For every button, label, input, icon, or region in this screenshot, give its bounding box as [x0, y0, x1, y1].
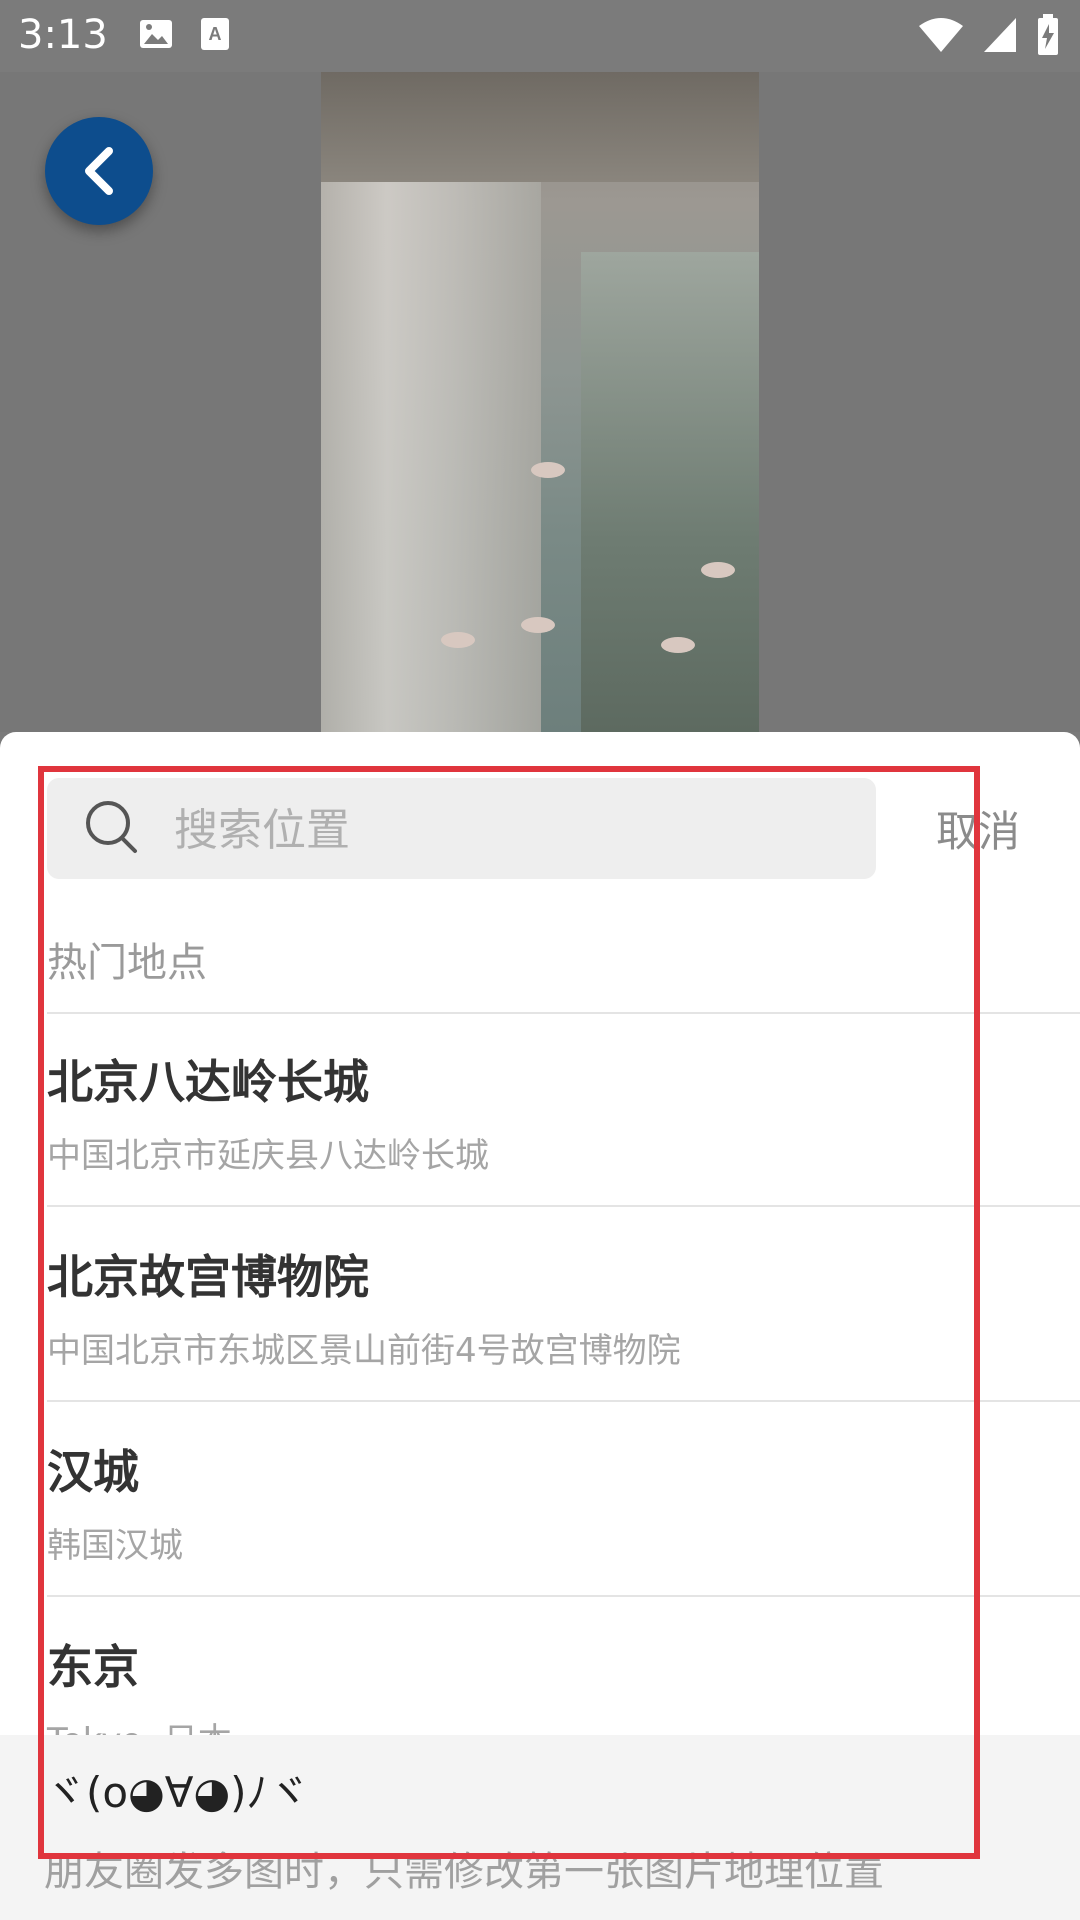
search-box[interactable]	[47, 778, 876, 879]
section-title: 热门地点	[47, 940, 207, 986]
footer-hint: 朋友圈发多图时，只需修改第一张图片地理位置	[44, 1849, 884, 1895]
place-title: 东京	[47, 1640, 139, 1694]
place-list: 北京八达岭长城 中国北京市延庆县八达岭长城 北京故宫博物院 中国北京市东城区景山…	[0, 1012, 1080, 1792]
photo-curtain	[321, 182, 541, 732]
photo-roof	[321, 72, 759, 182]
wifi-icon	[919, 18, 963, 52]
text-a-icon: A	[201, 18, 229, 50]
photo-fish	[521, 617, 555, 633]
place-address: 韩国汉城	[47, 1526, 183, 1566]
search-input[interactable]	[172, 794, 856, 866]
image-icon	[140, 20, 172, 48]
list-item[interactable]: 北京故宫博物院 中国北京市东城区景山前街4号故宫博物院	[0, 1207, 1080, 1402]
status-time: 3:13	[18, 12, 108, 58]
place-title: 汉城	[47, 1445, 139, 1499]
status-icons-right	[918, 14, 1060, 56]
status-icons-left: A	[138, 16, 230, 52]
footer-tip: ヾ(o◕∀◕)ﾉヾ 朋友圈发多图时，只需修改第一张图片地理位置	[0, 1735, 1080, 1920]
chevron-left-icon	[85, 147, 113, 195]
place-title: 北京八达岭长城	[47, 1055, 369, 1109]
photo-fish	[661, 637, 695, 653]
place-title: 北京故宫博物院	[47, 1250, 369, 1304]
selected-photo	[321, 72, 759, 732]
photo-fish	[531, 462, 565, 478]
photo-fish	[441, 632, 475, 648]
signal-icon	[984, 18, 1016, 52]
battery-charging-icon	[1038, 14, 1058, 55]
status-bar: 3:13 A	[0, 0, 1080, 72]
cancel-button[interactable]: 取消	[936, 798, 1020, 859]
photo-fish	[701, 562, 735, 578]
list-item[interactable]: 北京八达岭长城 中国北京市延庆县八达岭长城	[0, 1012, 1080, 1207]
place-address: 中国北京市东城区景山前街4号故宫博物院	[47, 1331, 681, 1371]
search-icon	[86, 801, 137, 853]
back-button[interactable]	[45, 117, 153, 225]
svg-text:A: A	[209, 24, 222, 44]
photo-window	[581, 252, 759, 732]
place-address: 中国北京市延庆县八达岭长城	[47, 1136, 489, 1176]
footer-emoticon: ヾ(o◕∀◕)ﾉヾ	[44, 1768, 310, 1817]
list-item[interactable]: 汉城 韩国汉城	[0, 1402, 1080, 1597]
